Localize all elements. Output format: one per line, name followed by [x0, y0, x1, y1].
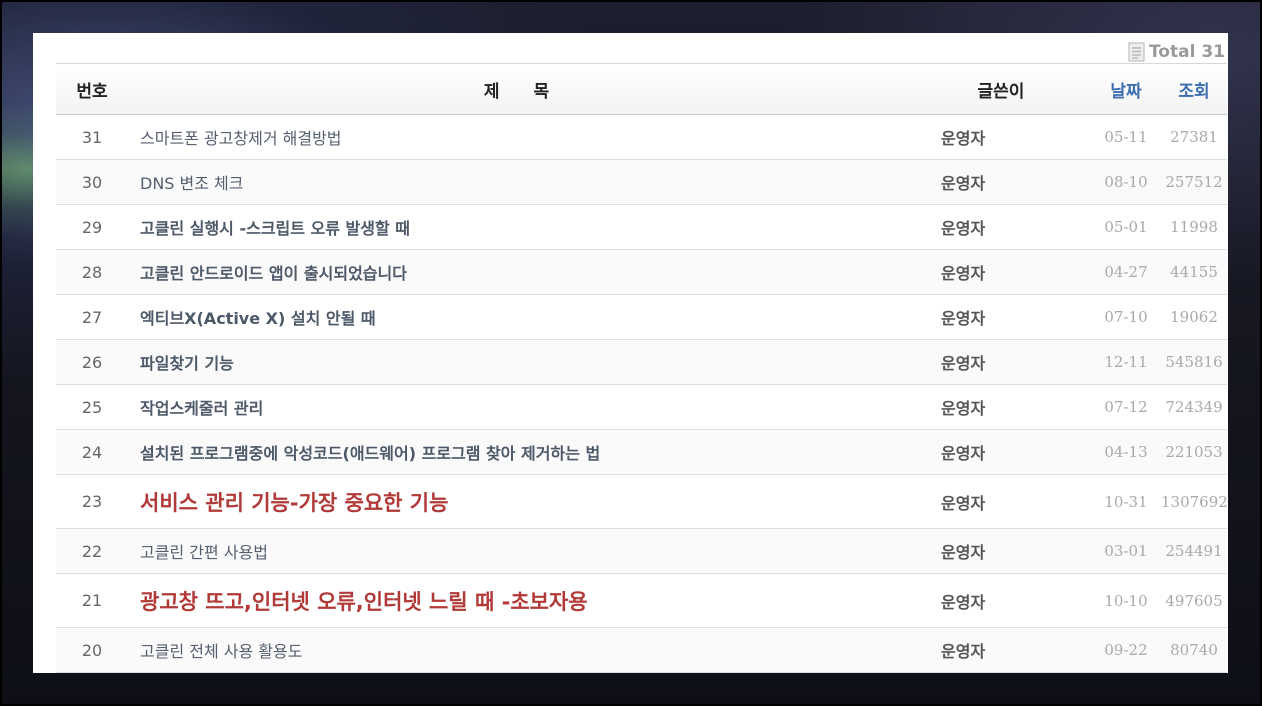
- post-writer: 운영자: [941, 543, 986, 562]
- post-writer: 운영자: [941, 642, 986, 661]
- post-number: 31: [81, 127, 103, 147]
- post-title-link[interactable]: DNS 변조 체크: [128, 170, 941, 194]
- table-row: 27 엑티브X(Active X) 설치 안될 때 운영자 07-10 19062: [56, 295, 1227, 340]
- post-number: 30: [81, 172, 103, 192]
- post-number: 28: [81, 262, 103, 282]
- table-row: 20 고클린 전체 사용 활용도 운영자 09-22 80740: [56, 628, 1227, 673]
- post-writer: 운영자: [941, 444, 986, 463]
- post-title-link[interactable]: 고클린 실행시 -스크립트 오류 발생할 때: [128, 215, 941, 239]
- post-date: 07-10: [1104, 308, 1148, 326]
- header-date-sort[interactable]: 날짜: [1091, 77, 1161, 102]
- post-date: 10-10: [1104, 591, 1148, 610]
- header-writer: 글쓴이: [977, 81, 1025, 102]
- post-views: 257512: [1165, 173, 1223, 191]
- post-table: 번호 제 목 글쓴이 날짜 조회 31 스마트폰 광고창제거 해결방법 운영자 05-…: [56, 63, 1228, 673]
- table-row: 28 고클린 안드로이드 앱이 출시되었습니다 운영자 04-27 44155: [56, 250, 1227, 295]
- post-title-link[interactable]: 고클린 전체 사용 활용도: [128, 638, 941, 662]
- post-writer: 운영자: [941, 493, 986, 513]
- post-views: 11998: [1170, 218, 1218, 236]
- post-date: 09-22: [1104, 641, 1148, 659]
- post-number: 27: [81, 307, 103, 327]
- total-label: Total 31: [1148, 42, 1225, 62]
- post-number: 26: [81, 352, 103, 372]
- post-date: 04-27: [1104, 263, 1148, 281]
- post-writer: 운영자: [941, 219, 986, 238]
- post-views: 497605: [1165, 591, 1223, 610]
- table-row: 30 DNS 변조 체크 운영자 08-10 257512: [56, 160, 1227, 205]
- post-writer: 운영자: [941, 129, 986, 148]
- post-views: 80740: [1170, 641, 1218, 659]
- header-views-sort[interactable]: 조회: [1161, 77, 1227, 102]
- post-date: 04-13: [1104, 443, 1148, 461]
- post-writer: 운영자: [941, 399, 986, 418]
- post-number: 25: [81, 397, 103, 417]
- post-views: 1307692: [1161, 492, 1228, 511]
- post-writer: 운영자: [941, 309, 986, 328]
- post-title-link[interactable]: 광고창 뜨고,인터넷 오류,인터넷 느릴 때 -초보자용: [128, 586, 941, 616]
- table-header: 번호 제 목 글쓴이 날짜 조회: [56, 63, 1227, 115]
- post-number: 29: [81, 217, 103, 237]
- post-title-link[interactable]: 고클린 간편 사용법: [128, 539, 941, 563]
- post-views: 545816: [1165, 353, 1223, 371]
- post-title-link[interactable]: 작업스케줄러 관리: [128, 395, 941, 419]
- post-title-link[interactable]: 고클린 안드로이드 앱이 출시되었습니다: [128, 260, 941, 284]
- header-no: 번호: [76, 81, 108, 102]
- table-row: 25 작업스케줄러 관리 운영자 07-12 724349: [56, 385, 1227, 430]
- post-date: 08-10: [1104, 173, 1148, 191]
- post-title-link[interactable]: 엑티브X(Active X) 설치 안될 때: [128, 305, 941, 329]
- table-row: 26 파일찾기 기능 운영자 12-11 545816: [56, 340, 1227, 385]
- table-row: 23 서비스 관리 기능-가장 중요한 기능 운영자 10-31 1307692: [56, 475, 1228, 529]
- table-row: 22 고클린 간편 사용법 운영자 03-01 254491: [56, 529, 1227, 574]
- post-title-link[interactable]: 설치된 프로그램중에 악성코드(애드웨어) 프로그램 찾아 제거하는 법: [128, 440, 941, 464]
- post-views: 221053: [1165, 443, 1223, 461]
- post-title-link[interactable]: 파일찾기 기능: [128, 350, 941, 374]
- post-date: 12-11: [1104, 353, 1148, 371]
- board-panel: Total 31 번호 제 목 글쓴이 날짜 조회 31 스마트폰 광고창제거 해…: [33, 33, 1228, 673]
- post-writer: 운영자: [941, 264, 986, 283]
- post-date: 05-11: [1104, 128, 1148, 146]
- table-row: 21 광고창 뜨고,인터넷 오류,인터넷 느릴 때 -초보자용 운영자 10-10 49…: [56, 574, 1227, 628]
- post-views: 44155: [1170, 263, 1218, 281]
- post-number: 21: [81, 591, 103, 610]
- post-title-link[interactable]: 서비스 관리 기능-가장 중요한 기능: [128, 487, 941, 517]
- post-number: 23: [81, 492, 103, 511]
- document-list-icon: [1128, 42, 1145, 62]
- post-number: 24: [81, 442, 103, 462]
- post-views: 27381: [1170, 128, 1218, 146]
- table-row: 24 설치된 프로그램중에 악성코드(애드웨어) 프로그램 찾아 제거하는 법 운영…: [56, 430, 1227, 475]
- post-views: 724349: [1165, 398, 1223, 416]
- table-row: 31 스마트폰 광고창제거 해결방법 운영자 05-11 27381: [56, 115, 1227, 160]
- total-count: Total 31: [1128, 41, 1225, 63]
- post-views: 19062: [1170, 308, 1218, 326]
- post-date: 03-01: [1104, 542, 1148, 560]
- post-writer: 운영자: [941, 592, 986, 612]
- post-date: 05-01: [1104, 218, 1148, 236]
- post-writer: 운영자: [941, 354, 986, 373]
- table-row: 29 고클린 실행시 -스크립트 오류 발생할 때 운영자 05-01 11998: [56, 205, 1227, 250]
- table-body: 31 스마트폰 광고창제거 해결방법 운영자 05-11 27381 30 DNS 변조 체…: [56, 115, 1228, 673]
- post-date: 10-31: [1104, 492, 1148, 511]
- post-number: 22: [81, 541, 103, 561]
- post-number: 20: [81, 640, 103, 660]
- post-date: 07-12: [1104, 398, 1148, 416]
- header-title: 제 목: [483, 81, 564, 102]
- post-views: 254491: [1165, 542, 1223, 560]
- post-writer: 운영자: [941, 174, 986, 193]
- post-title-link[interactable]: 스마트폰 광고창제거 해결방법: [128, 125, 941, 149]
